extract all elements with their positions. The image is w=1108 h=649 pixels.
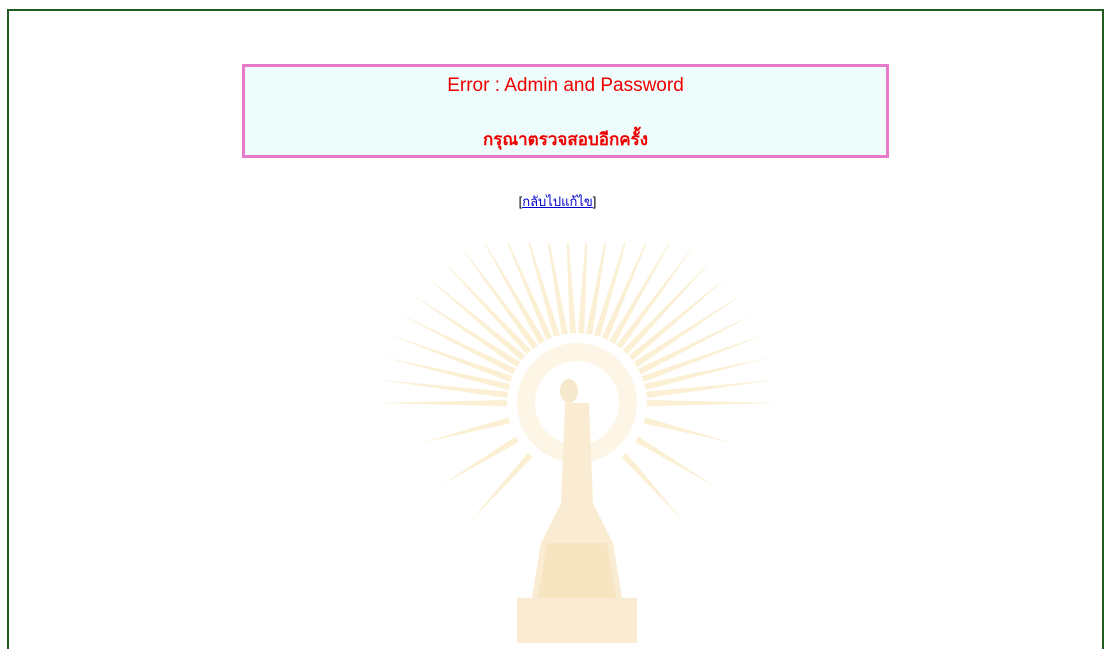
emblem-ray — [609, 243, 670, 345]
emblem-ray — [635, 436, 714, 486]
bracket-close: ] — [592, 194, 597, 209]
emblem-ray — [601, 243, 647, 341]
emblem-ray — [638, 313, 756, 375]
emblem-ray — [377, 399, 508, 407]
emblem-ray — [469, 452, 533, 522]
emblem-ray — [566, 243, 577, 334]
emblem-ray — [457, 243, 538, 349]
emblem-ray — [547, 243, 568, 335]
emblem-ray — [594, 243, 626, 337]
emblem-ray — [378, 379, 508, 399]
emblem-ray — [409, 293, 521, 368]
emblem-ray — [616, 243, 697, 349]
emblem-ray — [528, 243, 560, 337]
emblem-ray — [440, 436, 519, 486]
emblem-ray — [389, 334, 513, 383]
error-message: กรุณาตรวจสอบอีกครั้ง — [482, 130, 649, 149]
error-box: Error : Admin and Password กรุณาตรวจสอบอ… — [242, 64, 889, 158]
university-emblem-icon — [377, 243, 777, 643]
back-to-edit-link[interactable]: กลับไปแก้ไข — [522, 194, 593, 209]
emblem-ray — [621, 452, 685, 522]
emblem-ray — [644, 356, 772, 390]
error-title: Error : Admin and Password — [447, 75, 684, 96]
emblem-ray — [382, 356, 510, 390]
emblem-ray — [646, 399, 777, 407]
emblem-ray — [422, 417, 511, 443]
emblem-ray — [643, 417, 732, 443]
emblem-ray — [507, 243, 553, 341]
page-frame: Error : Admin and Password กรุณาตรวจสอบอ… — [7, 9, 1104, 649]
emblem-ray — [641, 334, 765, 383]
emblem-ray — [484, 243, 545, 345]
emblem-ray — [586, 243, 607, 335]
emblem-ray — [622, 257, 715, 355]
emblem-ray — [398, 313, 516, 375]
emblem-ray — [423, 274, 526, 361]
emblem-ray — [628, 274, 731, 361]
back-link-row: [กลับไปแก้ไข] — [9, 191, 1106, 212]
emblem-ray — [439, 257, 532, 355]
emblem-ray — [646, 379, 776, 399]
emblem-ray — [577, 243, 588, 334]
emblem-ray — [633, 293, 745, 368]
